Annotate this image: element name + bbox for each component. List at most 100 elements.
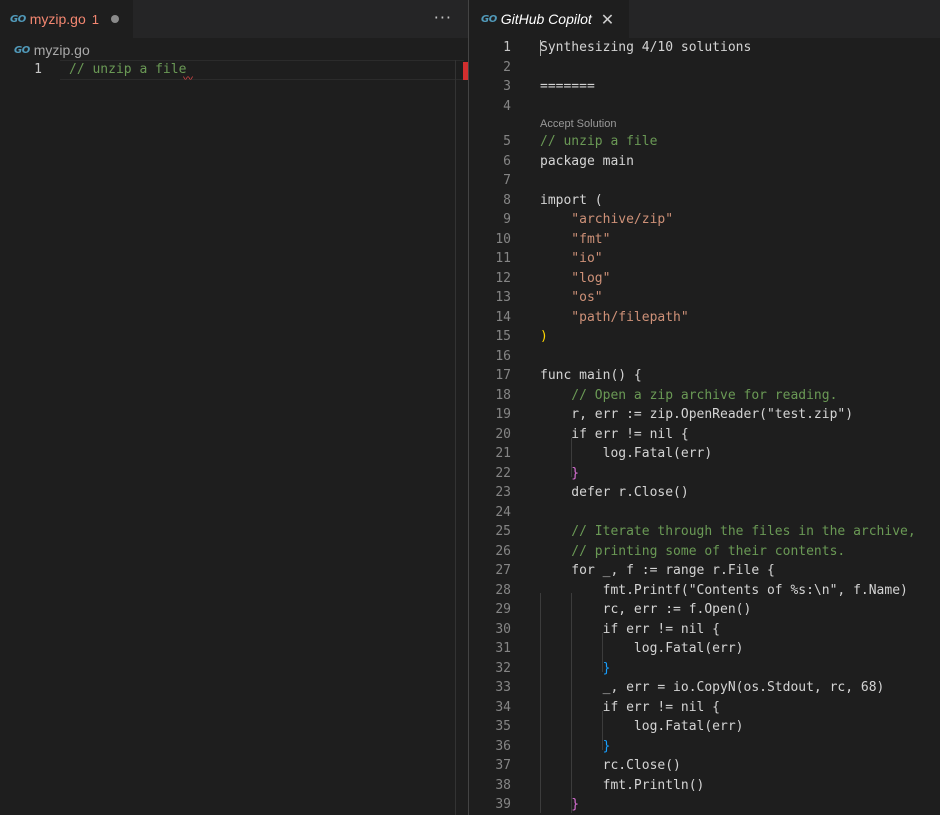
code-text[interactable]: if err != nil {	[540, 425, 688, 445]
code-line[interactable]: 39 }	[469, 795, 940, 815]
code-line[interactable]: 4	[469, 97, 940, 117]
code-text[interactable]: // printing some of their contents.	[540, 542, 845, 562]
problems-count-badge: 1	[91, 11, 99, 27]
code-line[interactable]: 21 log.Fatal(err)	[469, 444, 940, 464]
code-text[interactable]: Synthesizing 4/10 solutions	[540, 38, 751, 58]
line-number: 6	[503, 153, 511, 169]
code-line[interactable]: 15 )	[469, 327, 940, 347]
line-number: 11	[495, 251, 511, 266]
unsaved-dot-icon[interactable]	[110, 15, 119, 23]
code-text[interactable]: _, err = io.CopyN(os.Stdout, rc, 68)	[540, 678, 885, 698]
code-text[interactable]: log.Fatal(err)	[540, 717, 744, 737]
line-number: 34	[495, 699, 511, 715]
code-text[interactable]: log.Fatal(err)	[540, 639, 744, 659]
code-text[interactable]: }	[540, 659, 611, 679]
code-text[interactable]: fmt.Printf("Contents of %s:\n", f.Name)	[540, 581, 908, 601]
code-line[interactable]: 32 }	[469, 659, 940, 679]
code-text[interactable]: "path/filepath"	[540, 308, 688, 328]
code-line[interactable]: 22 }	[469, 464, 940, 484]
code-text[interactable]: "log"	[540, 269, 610, 289]
code-line[interactable]: 18 // Open a zip archive for reading.	[469, 386, 940, 406]
line-number: 30	[495, 621, 511, 637]
code-text[interactable]: for _, f := range r.File {	[540, 561, 775, 581]
code-text[interactable]: }	[540, 737, 611, 757]
line-number: 24	[495, 504, 511, 520]
line-number: 16	[495, 348, 511, 364]
code-line[interactable]: 12 "log"	[469, 269, 940, 289]
breadcrumb[interactable]: GO myzip.go	[14, 40, 90, 60]
line-number: 37	[495, 758, 511, 773]
code-line[interactable]: 14 "path/filepath"	[469, 308, 940, 328]
code-line[interactable]: 31 log.Fatal(err)	[469, 639, 940, 659]
code-text[interactable]: }	[540, 795, 579, 815]
code-line[interactable]: // unzip a file	[69, 60, 186, 80]
code-line[interactable]: 25 // Iterate through the files in the a…	[469, 522, 940, 542]
code-line[interactable]: 36 }	[469, 737, 940, 757]
code-line[interactable]: 29 rc, err := f.Open()	[469, 600, 940, 620]
code-line[interactable]: 8 import (	[469, 191, 940, 211]
code-text[interactable]: "io"	[540, 249, 602, 269]
code-line[interactable]: 37 rc.Close()	[469, 756, 940, 776]
code-text[interactable]: fmt.Println()	[540, 776, 705, 796]
code-line[interactable]: 27 for _, f := range r.File {	[469, 561, 940, 581]
code-text[interactable]: log.Fatal(err)	[540, 444, 713, 464]
breadcrumb-file[interactable]: myzip.go	[34, 42, 90, 58]
code-text[interactable]: defer r.Close()	[540, 483, 688, 503]
code-line[interactable]: 20 if err != nil {	[469, 425, 940, 445]
line-number: 12	[495, 270, 511, 286]
line-number: 36	[495, 738, 511, 754]
line-number: 1	[34, 62, 42, 77]
code-line[interactable]: 6 package main	[469, 152, 940, 172]
code-text[interactable]: func main() {	[540, 366, 642, 386]
more-actions-icon[interactable]: ···	[434, 8, 452, 27]
code-line[interactable]: 38 fmt.Println()	[469, 776, 940, 796]
tab-myzip-go[interactable]: GO myzip.go 1	[0, 0, 133, 38]
code-line[interactable]: 35 log.Fatal(err)	[469, 717, 940, 737]
code-line[interactable]: 28 fmt.Printf("Contents of %s:\n", f.Nam…	[469, 581, 940, 601]
code-text[interactable]: package main	[540, 152, 634, 172]
code-text[interactable]: r, err := zip.OpenReader("test.zip")	[540, 405, 853, 425]
code-text[interactable]: "fmt"	[540, 230, 610, 250]
code-line[interactable]: 9 "archive/zip"	[469, 210, 940, 230]
code-line[interactable]: 34 if err != nil {	[469, 698, 940, 718]
overview-ruler[interactable]	[455, 60, 468, 815]
code-line[interactable]: 7	[469, 171, 940, 191]
code-line[interactable]: 2	[469, 58, 940, 78]
code-line[interactable]: 26 // printing some of their contents.	[469, 542, 940, 562]
code-text[interactable]: // Open a zip archive for reading.	[540, 386, 837, 406]
code-text[interactable]: rc.Close()	[540, 756, 681, 776]
code-text[interactable]: // Iterate through the files in the arch…	[540, 522, 915, 542]
code-line[interactable]: 5 // unzip a file	[469, 132, 940, 152]
code-text[interactable]: "archive/zip"	[540, 210, 673, 230]
line-number: 3	[503, 79, 511, 94]
tab-title: myzip.go	[29, 11, 86, 27]
close-icon[interactable]: ✕	[601, 10, 614, 29]
copilot-code-editor[interactable]: 1 Synthesizing 4/10 solutions 2 3 ======…	[469, 38, 940, 815]
code-line[interactable]: 10 "fmt"	[469, 230, 940, 250]
code-text[interactable]: if err != nil {	[540, 620, 720, 640]
code-line[interactable]: 11 "io"	[469, 249, 940, 269]
code-line[interactable]: 33 _, err = io.CopyN(os.Stdout, rc, 68)	[469, 678, 940, 698]
code-line[interactable]: 23 defer r.Close()	[469, 483, 940, 503]
code-line[interactable]: 13 "os"	[469, 288, 940, 308]
code-line[interactable]: 30 if err != nil {	[469, 620, 940, 640]
tab-github-copilot[interactable]: GO GitHub Copilot ✕	[469, 0, 629, 38]
code-line[interactable]: 19 r, err := zip.OpenReader("test.zip")	[469, 405, 940, 425]
line-number: 8	[503, 192, 511, 208]
code-text[interactable]: // unzip a file	[540, 132, 657, 152]
code-text[interactable]: }	[540, 464, 579, 484]
code-line[interactable]: 1 Synthesizing 4/10 solutions	[469, 38, 940, 58]
code-text[interactable]: if err != nil {	[540, 698, 720, 718]
code-line[interactable]: 17 func main() {	[469, 366, 940, 386]
left-code-editor[interactable]: 1 // unzip a file 〰	[0, 60, 468, 815]
code-text[interactable]: import (	[540, 191, 603, 211]
code-line[interactable]: 16	[469, 347, 940, 367]
code-line[interactable]: 3 =======	[469, 77, 940, 97]
code-text[interactable]: )	[540, 327, 548, 347]
code-text[interactable]: "os"	[540, 288, 602, 308]
code-text[interactable]: =======	[540, 77, 595, 97]
line-number: 19	[495, 407, 511, 422]
code-text[interactable]: rc, err := f.Open()	[540, 600, 752, 620]
accept-solution-link[interactable]: Accept Solution	[540, 118, 616, 130]
code-line[interactable]: 24	[469, 503, 940, 523]
